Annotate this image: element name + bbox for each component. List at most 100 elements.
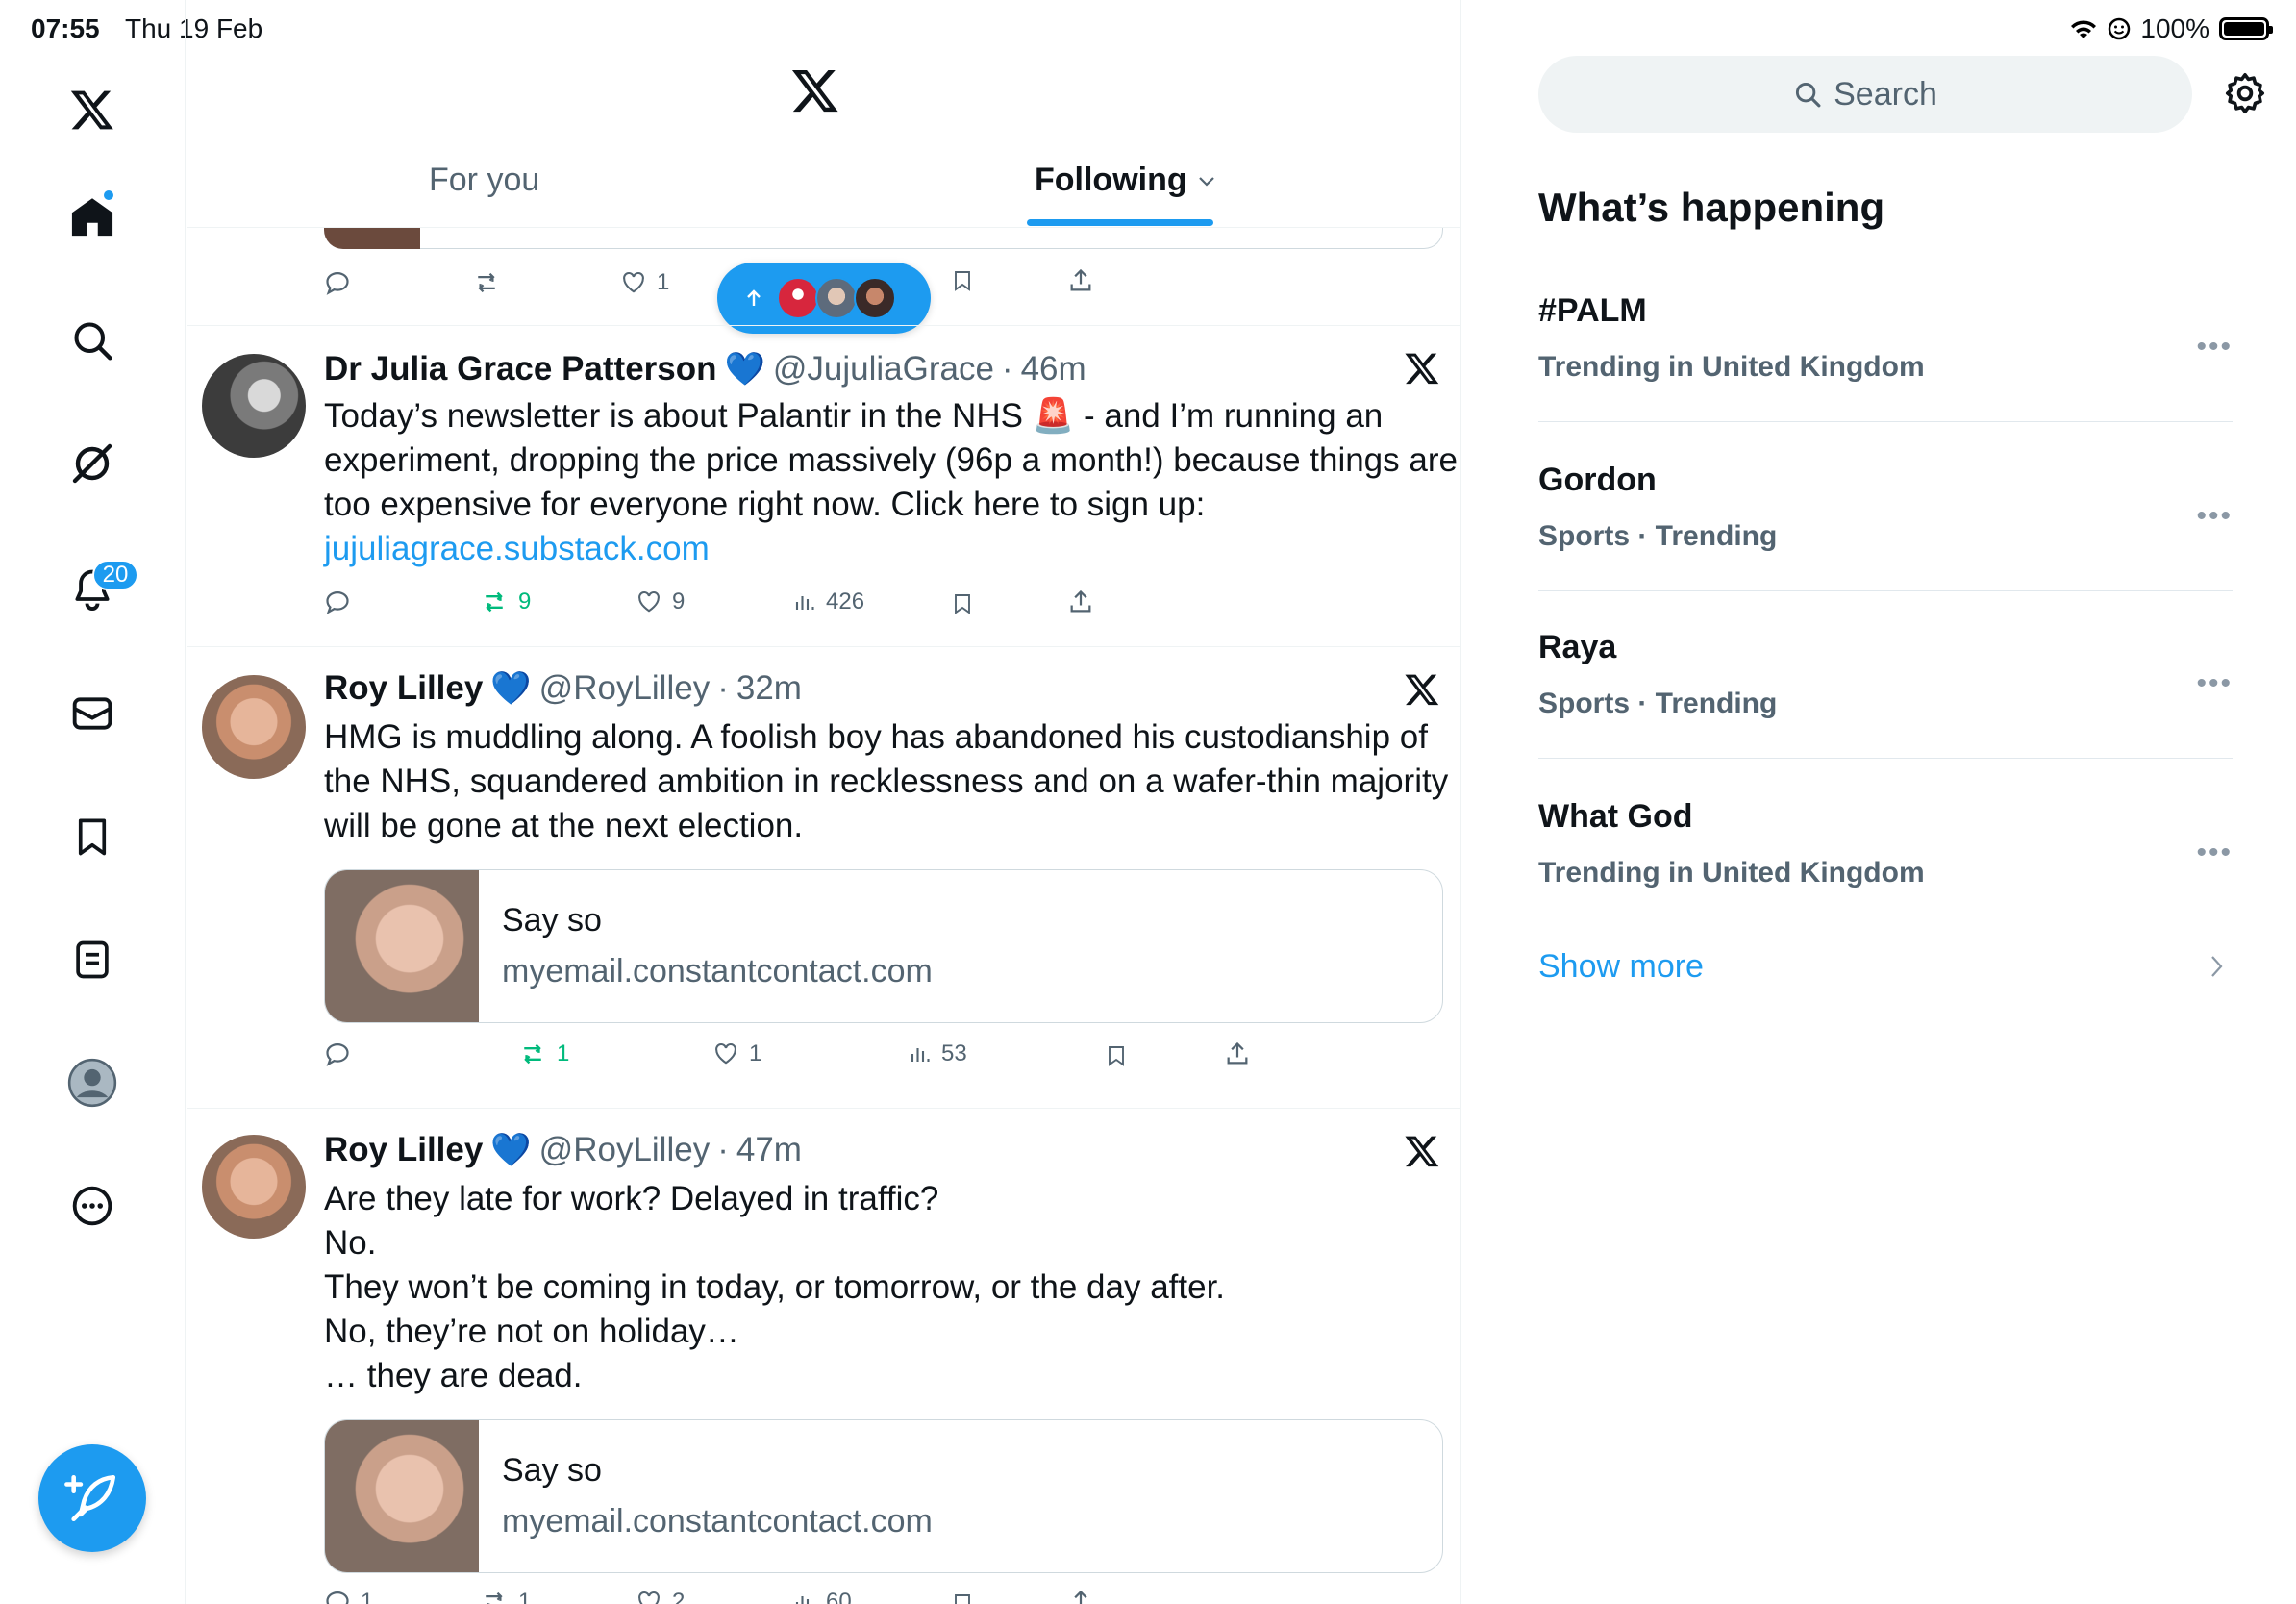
x-badge-icon [1404, 671, 1440, 713]
trend-meta: Sports · Trending [1538, 520, 1778, 552]
tweet-time[interactable]: 32m [736, 669, 802, 708]
tweet-text: Today’s newsletter is about Palantir in … [324, 394, 1459, 571]
lists-icon[interactable] [63, 931, 121, 989]
new-posts-pill[interactable] [717, 263, 931, 334]
trend-item[interactable]: What God Trending in United Kingdom ••• [1538, 798, 2233, 890]
compose-feather-icon [64, 1474, 116, 1522]
bookmark-button[interactable] [951, 1591, 974, 1604]
trend-more-icon[interactable]: ••• [2196, 837, 2233, 869]
notifications-badge: 20 [92, 560, 138, 590]
compose-post-button[interactable] [38, 1444, 146, 1552]
dot-separator: · [717, 669, 729, 707]
reply-button[interactable]: 1 [324, 1589, 373, 1604]
messages-icon[interactable] [63, 685, 121, 742]
x-badge-icon [1404, 1133, 1440, 1174]
tweet-time[interactable]: 47m [736, 1131, 802, 1169]
views-chart-icon [911, 1048, 930, 1062]
tweet-divider [187, 1108, 1461, 1109]
chevron-down-icon [1198, 176, 1214, 187]
x-logo-icon[interactable] [63, 81, 121, 138]
link-card-domain: myemail.constantcontact.com [502, 953, 933, 990]
reply-icon [326, 590, 349, 614]
link-card-image [325, 870, 479, 1022]
repost-button[interactable]: 1 [518, 1040, 569, 1067]
trend-item[interactable]: #PALM Trending in United Kingdom ••• [1538, 292, 2233, 384]
repost-button[interactable]: 9 [480, 589, 531, 615]
explore-icon[interactable] [63, 312, 121, 369]
trend-more-icon[interactable]: ••• [2196, 667, 2233, 700]
author-handle[interactable]: @RoyLilley [539, 669, 711, 708]
share-button[interactable] [1224, 1040, 1251, 1072]
bookmark-button[interactable] [1105, 1042, 1128, 1074]
repost-icon [478, 272, 495, 293]
avatar[interactable] [202, 354, 306, 458]
trend-more-icon[interactable]: ••• [2196, 500, 2233, 533]
repost-button[interactable]: 1 [480, 1589, 531, 1604]
share-button[interactable] [1067, 589, 1094, 620]
status-indicators: 100% [2069, 13, 2273, 44]
bookmarks-icon[interactable] [63, 808, 121, 865]
tab-for-you[interactable]: For you [429, 162, 539, 199]
trend-divider [1538, 421, 2233, 422]
tweet-time[interactable]: 46m [1021, 350, 1086, 388]
author-name[interactable]: Roy Lilley [324, 669, 483, 708]
views-button[interactable]: 426 [793, 589, 864, 615]
like-count: 1 [749, 1040, 762, 1066]
dot-separator: · [717, 1131, 729, 1168]
new-post-author-avatar [815, 277, 858, 319]
settings-gear-icon[interactable] [2223, 71, 2267, 120]
blue-heart-icon: 💙 [724, 351, 765, 388]
bookmark-button[interactable] [951, 267, 974, 299]
tweet-actions-partial: 1 1 2 60 [324, 1589, 1189, 1604]
link-card-image [325, 1420, 479, 1572]
profile-avatar-icon[interactable] [63, 1054, 121, 1112]
reply-count: 1 [361, 1589, 374, 1604]
tweet-actions: 9 9 426 [324, 589, 1189, 627]
like-button[interactable]: 9 [636, 589, 685, 615]
views-count: 53 [941, 1040, 967, 1066]
more-options-icon[interactable] [63, 1177, 121, 1235]
trend-item[interactable]: Raya Sports · Trending ••• [1538, 629, 2233, 720]
tweet-line: No. [324, 1224, 377, 1262]
grok-icon[interactable] [63, 435, 121, 492]
bookmark-button[interactable] [951, 590, 974, 622]
trend-name: Gordon [1538, 462, 1657, 498]
share-button[interactable] [1067, 267, 1094, 299]
reply-button[interactable] [324, 269, 472, 296]
reply-button[interactable] [324, 1040, 351, 1067]
avatar[interactable] [202, 1135, 306, 1239]
new-content-dot [102, 188, 115, 202]
like-button[interactable]: 2 [636, 1589, 685, 1604]
trend-item[interactable]: Gordon Sports · Trending ••• [1538, 462, 2233, 553]
views-button[interactable]: 60 [793, 1589, 852, 1604]
reply-button[interactable] [324, 589, 351, 615]
heart-icon [623, 271, 644, 293]
author-handle[interactable]: @JujuliaGrace [773, 350, 994, 388]
heart-icon [715, 1042, 736, 1065]
tweet-link[interactable]: jujuliagrace.substack.com [324, 530, 710, 567]
like-button[interactable]: 1 [712, 1040, 761, 1067]
author-handle[interactable]: @RoyLilley [539, 1131, 711, 1169]
link-card[interactable]: Say so myemail.constantcontact.com [324, 869, 1443, 1023]
share-button[interactable] [1067, 1589, 1094, 1604]
show-more-link[interactable]: Show more [1538, 948, 1704, 986]
link-card-domain: myemail.constantcontact.com [502, 1503, 933, 1540]
trend-more-icon[interactable]: ••• [2196, 331, 2233, 363]
x-header-logo-icon[interactable] [790, 65, 840, 120]
repost-count: 1 [557, 1040, 570, 1066]
views-button[interactable]: 53 [909, 1040, 967, 1067]
search-input[interactable]: Search [1538, 56, 2192, 133]
search-placeholder: Search [1834, 75, 1937, 113]
tab-following[interactable]: Following [1035, 162, 1216, 199]
dot-separator: · [1001, 350, 1013, 388]
tweet-line: No, they’re not on holiday… [324, 1313, 739, 1350]
chevron-right-icon[interactable] [2209, 954, 2225, 987]
repost-button[interactable] [472, 269, 620, 296]
active-tab-indicator [1027, 219, 1213, 226]
avatar[interactable] [202, 675, 306, 779]
trend-name: #PALM [1538, 292, 1647, 329]
author-name[interactable]: Roy Lilley [324, 1131, 483, 1169]
link-card[interactable]: Say so myemail.constantcontact.com [324, 1419, 1443, 1573]
author-name[interactable]: Dr Julia Grace Patterson [324, 350, 717, 388]
trend-name: Raya [1538, 629, 1617, 665]
